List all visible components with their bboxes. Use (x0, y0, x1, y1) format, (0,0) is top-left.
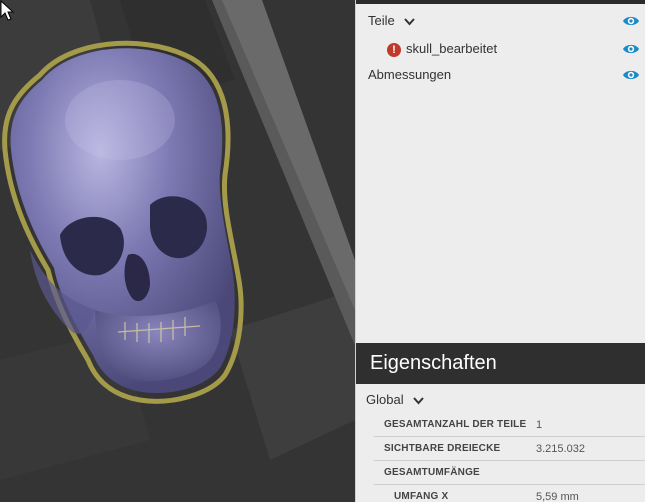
parts-label: Teile (368, 13, 395, 28)
property-value: 3.215.032 (536, 443, 585, 455)
property-key: UMFANG X (394, 491, 449, 502)
error-icon: ! (387, 42, 401, 57)
part-name: skull_bearbeitet (406, 41, 498, 56)
properties-header: Eigenschaften (356, 343, 645, 384)
tree-item-dimensions[interactable]: Abmessungen (356, 64, 645, 86)
property-value: 1 (536, 419, 543, 431)
3d-viewport[interactable] (0, 0, 355, 502)
eye-icon[interactable] (622, 68, 640, 82)
chevron-down-icon[interactable] (404, 17, 416, 26)
viewport-canvas (0, 0, 355, 502)
global-section-toggle[interactable]: Global (366, 392, 424, 407)
mouse-cursor-icon (0, 0, 15, 21)
dimensions-label: Abmessungen (368, 67, 452, 82)
eye-icon[interactable] (622, 14, 640, 28)
property-key: GESAMTUMFÄNGE (384, 467, 480, 478)
property-value: 5,59 mm (536, 491, 579, 502)
object-panel: Teile ! skull_bearbeitet Abmessungen Eige… (355, 0, 645, 502)
chevron-down-icon[interactable] (413, 396, 424, 405)
property-key: GESAMTANZAHL DER TEILE (384, 419, 527, 430)
global-label: Global (366, 392, 404, 407)
panel-top-strip (356, 0, 645, 4)
property-key: SICHTBARE DREIECKE (384, 443, 501, 454)
eye-icon[interactable] (622, 42, 640, 56)
tree-item-skull[interactable]: ! skull_bearbeitet (356, 38, 645, 60)
tree-item-parts[interactable]: Teile (356, 10, 645, 32)
properties-title: Eigenschaften (370, 352, 497, 374)
property-row: SICHTBARE DREIECKE 3.215.032 (374, 438, 645, 461)
property-row: GESAMTANZAHL DER TEILE 1 (374, 414, 645, 437)
property-row: GESAMTUMFÄNGE (374, 462, 645, 485)
property-row: UMFANG X 5,59 mm (374, 486, 645, 502)
